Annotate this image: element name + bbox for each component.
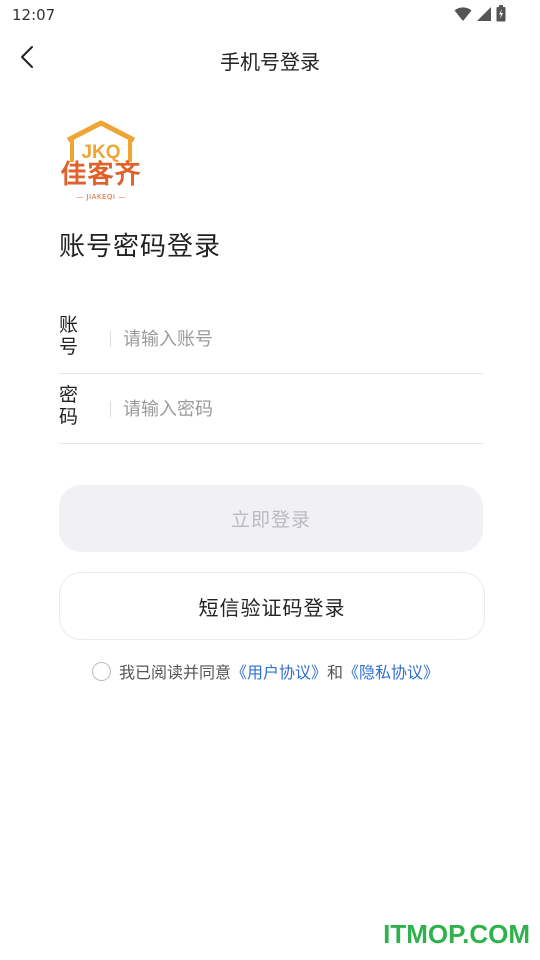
page-title: 手机号登录 <box>220 50 320 74</box>
password-input[interactable] <box>123 394 473 424</box>
agreement-checkbox[interactable] <box>92 661 111 681</box>
signal-icon <box>476 6 492 22</box>
nav-bar: 手机号登录 <box>0 36 540 82</box>
status-bar: 12:07 <box>0 0 540 30</box>
field-divider <box>110 331 111 347</box>
agreement-conjunction: 和 <box>327 663 344 682</box>
watermark: ITMOP.COM <box>383 919 530 949</box>
account-input[interactable] <box>123 324 473 354</box>
status-icons <box>454 5 506 22</box>
logo-brand: 佳客齐 <box>60 160 142 190</box>
app-logo: JKQ 佳客齐 — JIAKEQI — <box>58 120 144 206</box>
privacy-policy-link[interactable]: 《隐私协议》 <box>343 659 439 683</box>
password-label: 密码 <box>59 384 79 428</box>
agreement-prefix: 我已阅读并同意 <box>119 663 232 682</box>
agreement-row: 我已阅读并同意 《用户协议》 和 《隐私协议》 <box>92 659 439 683</box>
account-label: 账号 <box>59 314 79 358</box>
logo-subtitle: — JIAKEQI — <box>76 193 126 201</box>
field-divider <box>110 401 111 417</box>
login-button[interactable]: 立即登录 <box>59 485 483 552</box>
battery-icon <box>496 5 506 22</box>
status-time: 12:07 <box>12 6 56 24</box>
login-screen: 12:07 手机号登录 JKQ 佳客齐 — JIAKEQI — 账号密码登录 账… <box>0 0 540 960</box>
logo-house-icon: JKQ <box>66 120 136 163</box>
user-agreement-link[interactable]: 《用户协议》 <box>231 659 327 683</box>
sms-login-button[interactable]: 短信验证码登录 <box>59 572 485 640</box>
wifi-icon <box>454 6 472 22</box>
password-row: 密码 <box>59 376 483 444</box>
login-heading: 账号密码登录 <box>59 232 222 262</box>
account-row: 账号 <box>59 306 483 374</box>
